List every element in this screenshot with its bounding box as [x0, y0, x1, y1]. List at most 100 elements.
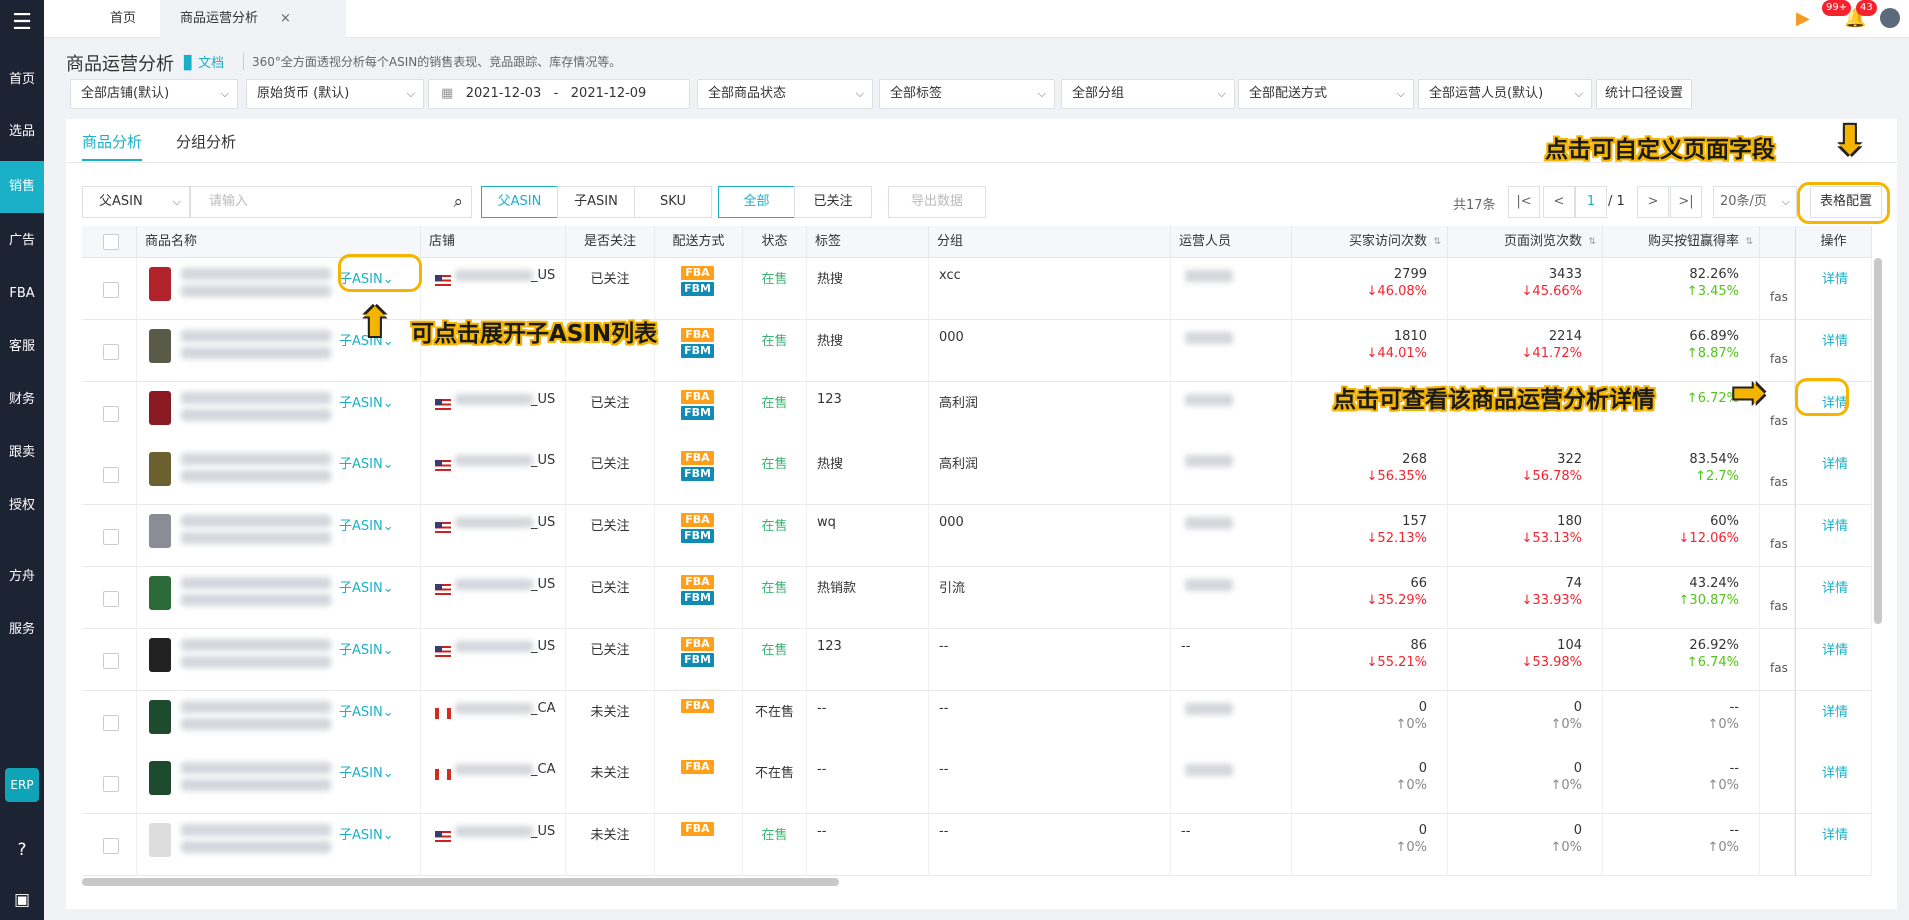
select-all-checkbox[interactable] — [103, 234, 119, 250]
header-buybox[interactable]: 购买按钮赢得率 ⇅ — [1603, 226, 1760, 258]
product-status-select[interactable]: 全部商品状态 ⌵ — [697, 79, 873, 109]
next-page-icon[interactable]: > — [1637, 186, 1669, 218]
group-value[interactable]: -- — [939, 824, 948, 839]
tag-value[interactable]: 热搜 — [817, 268, 843, 287]
filter-all[interactable]: 全部 — [718, 186, 795, 218]
tab-home[interactable]: 首页 — [90, 0, 156, 38]
avatar[interactable] — [1880, 8, 1900, 28]
tab-group-analysis[interactable]: 分组分析 — [176, 131, 236, 161]
horizontal-scrollbar[interactable] — [82, 878, 839, 886]
page-input[interactable]: 1 — [1575, 186, 1607, 218]
erp-button[interactable]: ERP — [5, 768, 39, 802]
header-visits[interactable]: 买家访问次数 ⇅ — [1292, 226, 1448, 258]
group-select[interactable]: 全部分组 ⌵ — [1061, 79, 1235, 109]
sidebar-item-sales[interactable]: 销售 — [0, 161, 44, 213]
tag-value[interactable]: 热搜 — [817, 330, 843, 349]
operator-blurred[interactable] — [1185, 579, 1233, 591]
group-value[interactable]: -- — [939, 701, 948, 716]
group-value[interactable]: 000 — [939, 515, 964, 530]
sub-asin-toggle[interactable]: 子ASIN⌄ — [339, 762, 394, 781]
close-icon[interactable]: × — [280, 11, 291, 26]
vertical-scrollbar[interactable] — [1874, 258, 1882, 624]
tag-select[interactable]: 全部标签 ⌵ — [879, 79, 1055, 109]
tag-value[interactable]: 热销款 — [817, 577, 856, 596]
operator-blurred[interactable] — [1185, 393, 1233, 406]
sub-asin-toggle[interactable]: 子ASIN⌄ — [339, 453, 394, 472]
sidebar-item-selection[interactable]: 选品 — [0, 106, 44, 158]
detail-link[interactable]: 详情 — [1822, 330, 1848, 349]
tag-value[interactable]: -- — [817, 824, 826, 839]
search-type-select[interactable]: 父ASIN ⌵ — [82, 186, 190, 218]
operator-blurred[interactable] — [1185, 270, 1233, 282]
sidebar-item-service[interactable]: 客服 — [0, 321, 44, 373]
stat-config-button[interactable]: 统计口径设置 — [1596, 79, 1692, 109]
sidebar-item-ads[interactable]: 广告 — [0, 215, 44, 267]
detail-link[interactable]: 详情 — [1822, 515, 1848, 534]
logo-icon[interactable]: ☰ — [8, 8, 36, 38]
row-checkbox[interactable] — [103, 405, 119, 422]
toggle-sku[interactable]: SKU — [634, 186, 712, 218]
currency-select[interactable]: 原始货币 (默认) ⌵ — [246, 79, 424, 109]
group-value[interactable]: -- — [939, 639, 948, 654]
search-icon[interactable]: ⌕ — [453, 187, 463, 217]
detail-link[interactable]: 详情 — [1822, 453, 1848, 472]
row-checkbox[interactable] — [103, 529, 119, 546]
shipping-select[interactable]: 全部配送方式 ⌵ — [1238, 79, 1414, 109]
group-value[interactable]: 高利润 — [939, 453, 978, 472]
tag-value[interactable]: 123 — [817, 639, 842, 654]
help-icon[interactable]: ? — [12, 840, 32, 860]
sub-asin-toggle[interactable]: 子ASIN⌄ — [339, 577, 394, 596]
row-checkbox[interactable] — [103, 467, 119, 484]
sub-asin-toggle[interactable]: 子ASIN⌄ — [339, 639, 394, 658]
group-value[interactable]: 高利润 — [939, 392, 978, 411]
sort-icon[interactable]: ⇅ — [1433, 226, 1441, 258]
sidebar-item-follow[interactable]: 跟卖 — [0, 427, 44, 479]
tag-value[interactable]: -- — [817, 701, 826, 716]
follow-status[interactable]: 已关注 — [566, 268, 654, 287]
group-value[interactable]: xcc — [939, 268, 961, 283]
follow-status[interactable]: 已关注 — [566, 453, 654, 472]
row-checkbox[interactable] — [103, 714, 119, 731]
doc-link[interactable]: ▊ 文档 — [184, 52, 224, 71]
gift-icon[interactable]: ▣ — [12, 890, 32, 910]
group-value[interactable]: 引流 — [939, 577, 965, 596]
detail-link[interactable]: 详情 — [1822, 639, 1848, 658]
export-button[interactable]: 导出数据 — [888, 186, 986, 218]
follow-status[interactable]: 已关注 — [566, 515, 654, 534]
sort-icon[interactable]: ⇅ — [1588, 226, 1596, 258]
last-page-icon[interactable]: >| — [1670, 186, 1702, 218]
operator-select[interactable]: 全部运营人员(默认) ⌵ — [1418, 79, 1592, 109]
sub-asin-toggle[interactable]: 子ASIN⌄ — [339, 392, 394, 411]
tab-product-analysis[interactable]: 商品运营分析 × — [160, 0, 346, 38]
tab-product-analysis[interactable]: 商品分析 — [82, 131, 143, 161]
follow-status[interactable]: 已关注 — [566, 392, 654, 411]
prev-page-icon[interactable]: < — [1543, 186, 1575, 218]
row-checkbox[interactable] — [103, 652, 119, 669]
operator-blurred[interactable] — [1185, 702, 1233, 715]
sort-icon[interactable]: ⇅ — [1745, 226, 1753, 258]
sidebar-item-auth[interactable]: 授权 — [0, 480, 44, 532]
detail-link[interactable]: 详情 — [1822, 701, 1848, 720]
detail-link[interactable]: 详情 — [1822, 577, 1848, 596]
row-checkbox[interactable] — [103, 282, 119, 298]
sidebar-item-finance[interactable]: 财务 — [0, 374, 44, 426]
play-icon[interactable]: ▶ — [1796, 8, 1810, 29]
tag-value[interactable]: 123 — [817, 392, 842, 407]
row-checkbox[interactable] — [103, 591, 119, 607]
sub-asin-toggle[interactable]: 子ASIN⌄ — [339, 824, 394, 843]
sidebar-item-home[interactable]: 首页 — [0, 54, 44, 106]
operator-blurred[interactable] — [1185, 331, 1233, 344]
toggle-child-asin[interactable]: 子ASIN — [557, 186, 635, 218]
tag-value[interactable]: 热搜 — [817, 453, 843, 472]
tag-value[interactable]: -- — [817, 762, 826, 777]
page-size-select[interactable]: 20条/页 ⌵ — [1713, 186, 1797, 218]
detail-link[interactable]: 详情 — [1822, 268, 1848, 287]
toggle-parent-asin[interactable]: 父ASIN — [481, 186, 558, 218]
sub-asin-toggle[interactable]: 子ASIN⌄ — [339, 515, 394, 534]
group-value[interactable]: -- — [939, 762, 948, 777]
follow-status[interactable]: 已关注 — [566, 639, 654, 658]
sidebar-item-fba[interactable]: FBA — [0, 268, 44, 320]
follow-status[interactable]: 未关注 — [566, 824, 654, 843]
tag-value[interactable]: wq — [817, 515, 836, 530]
row-checkbox[interactable] — [103, 838, 119, 855]
